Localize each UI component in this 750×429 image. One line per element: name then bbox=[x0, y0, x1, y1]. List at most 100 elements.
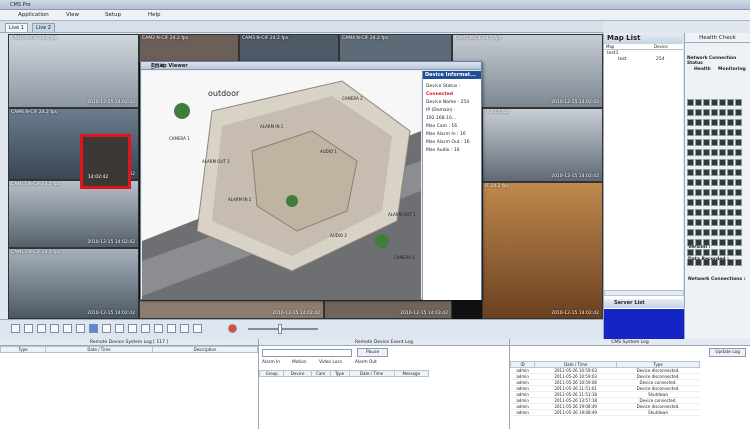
update-log-button[interactable]: Update Log bbox=[709, 348, 746, 357]
remote-event-log-title: Remote Device Event Log bbox=[259, 339, 509, 346]
col-cam[interactable]: Cam bbox=[310, 370, 331, 377]
health-indicator bbox=[703, 129, 710, 136]
menu-setup[interactable]: Setup bbox=[105, 12, 121, 18]
col-type[interactable]: Type bbox=[329, 370, 350, 377]
selection-highlight bbox=[80, 134, 131, 189]
layout-10-icon[interactable] bbox=[76, 324, 85, 333]
layout-6-icon[interactable] bbox=[37, 324, 46, 333]
health-indicator bbox=[719, 159, 726, 166]
health-indicator bbox=[703, 199, 710, 206]
map-label[interactable]: CAMERA 2 bbox=[342, 96, 363, 101]
volume-slider[interactable] bbox=[248, 328, 318, 330]
device-dropdown[interactable] bbox=[262, 349, 352, 357]
layout-64-icon[interactable] bbox=[167, 324, 176, 333]
layout-4-icon[interactable] bbox=[24, 324, 33, 333]
health-indicator bbox=[735, 119, 742, 126]
layout-20-icon[interactable] bbox=[115, 324, 124, 333]
map-col-header: Map bbox=[606, 44, 615, 49]
emap-title-bar[interactable]: Emap Viewer _□× bbox=[141, 62, 481, 70]
col-device[interactable]: Device bbox=[283, 370, 312, 377]
device-info-row: Max Alarm In : 16 bbox=[426, 132, 466, 137]
emap-viewer-window[interactable]: Emap Viewer _□× outdoor CAMERA 2 CAMERA … bbox=[140, 61, 482, 300]
health-indicator bbox=[703, 249, 710, 256]
health-indicator bbox=[711, 159, 718, 166]
menu-application[interactable]: Application bbox=[18, 12, 49, 18]
version-label: Version : bbox=[688, 245, 711, 250]
health-indicator bbox=[695, 119, 702, 126]
camera-tile[interactable]: 2010-12-15 14:03:42 bbox=[324, 300, 452, 319]
map-label[interactable]: CAMERA 3 bbox=[394, 255, 415, 260]
col-datetime[interactable]: Date / Time bbox=[44, 346, 154, 353]
sequence-icon[interactable] bbox=[180, 324, 189, 333]
health-indicator bbox=[735, 209, 742, 216]
camera-tile[interactable]: CAM4 N-CIF 24.2 fps bbox=[339, 34, 452, 62]
health-indicator bbox=[687, 139, 694, 146]
col-datetime[interactable]: Date / Time bbox=[348, 370, 395, 377]
layout-13-icon[interactable] bbox=[89, 324, 98, 333]
record-icon[interactable] bbox=[228, 324, 237, 333]
col-type[interactable]: Type bbox=[0, 346, 46, 353]
map-label[interactable]: ALARM IN 2 bbox=[228, 197, 251, 202]
layout-8-icon[interactable] bbox=[50, 324, 59, 333]
map-label: outdoor bbox=[208, 89, 240, 98]
map-label[interactable]: AUDIO 1 bbox=[320, 149, 337, 154]
window-controls-icon[interactable]: _□× bbox=[151, 62, 478, 69]
health-indicator bbox=[719, 139, 726, 146]
fullscreen-icon[interactable] bbox=[193, 324, 202, 333]
health-indicator bbox=[711, 149, 718, 156]
health-indicator bbox=[727, 239, 734, 246]
health-indicator bbox=[727, 99, 734, 106]
tree-child[interactable]: test bbox=[618, 57, 627, 62]
device-info-row: IP (Domain) : 192.168.10... bbox=[426, 108, 457, 121]
camera-tile[interactable]: CAM13 N-CIF 24.2 fps 2010-12-15 14:02:42 bbox=[8, 248, 139, 319]
menu-help[interactable]: Help bbox=[148, 12, 161, 18]
health-indicator bbox=[687, 199, 694, 206]
live-tabs: Live 1 Live 2 bbox=[0, 21, 603, 33]
tree-device: 254 bbox=[656, 57, 665, 62]
camera-tile[interactable]: CAM11 N-CIF 24.2 fps 2010-12-15 14:02:42 bbox=[8, 180, 139, 248]
layout-16-icon[interactable] bbox=[102, 324, 111, 333]
device-info-header: Device Informat... bbox=[423, 71, 481, 79]
filter-motion[interactable]: Motion bbox=[292, 360, 307, 365]
col-message[interactable]: Message bbox=[393, 370, 430, 377]
col-description[interactable]: Description bbox=[152, 346, 258, 353]
monitoring-col: Monitoring bbox=[718, 67, 746, 72]
layout-49-icon[interactable] bbox=[154, 324, 163, 333]
layout-9-icon[interactable] bbox=[63, 324, 72, 333]
map-label[interactable]: CAMERA 1 bbox=[169, 136, 190, 141]
camera-tile[interactable]: CAM3 N-CIF 24.2 fps bbox=[239, 34, 339, 62]
camera-tile[interactable]: 2010-12-15 14:02:42 bbox=[139, 300, 324, 319]
map-label[interactable]: AUDIO 2 bbox=[330, 233, 347, 238]
layout-36-icon[interactable] bbox=[141, 324, 150, 333]
filter-alarm-in[interactable]: Alarm In bbox=[262, 360, 280, 365]
horizontal-scrollbar[interactable] bbox=[604, 290, 684, 296]
tab-live-1[interactable]: Live 1 bbox=[5, 23, 28, 32]
map-label[interactable]: ALARM OUT 2 bbox=[202, 159, 230, 164]
filter-video-loss[interactable]: Video Loss bbox=[319, 360, 342, 365]
health-indicator bbox=[719, 189, 726, 196]
map-label[interactable]: ALARM OUT 1 bbox=[388, 212, 416, 217]
health-indicator bbox=[711, 249, 718, 256]
health-indicator bbox=[711, 229, 718, 236]
server-list-body[interactable] bbox=[604, 309, 684, 339]
menu-view[interactable]: View bbox=[66, 12, 79, 18]
tree-root[interactable]: test1 bbox=[607, 51, 619, 56]
health-indicator bbox=[727, 189, 734, 196]
filter-alarm-out[interactable]: Alarm Out bbox=[355, 360, 377, 365]
camera-tile[interactable]: IF 24.2 fps 2010-12-15 14:02:42 bbox=[482, 108, 603, 182]
layout-25-icon[interactable] bbox=[128, 324, 137, 333]
tab-live-2[interactable]: Live 2 bbox=[32, 23, 55, 32]
camera-tile[interactable]: CAM1 N-CIF 24.2 fps 2010-12-15 14:02:42 bbox=[8, 34, 139, 108]
camera-tile[interactable]: CAM2 N-CIF 24.2 fps bbox=[139, 34, 239, 62]
map-label[interactable]: ALARM IN 1 bbox=[260, 124, 283, 129]
layout-1-icon[interactable] bbox=[11, 324, 20, 333]
device-info-row: Device Name : 254 bbox=[426, 100, 470, 105]
pause-button[interactable]: Pause bbox=[357, 348, 389, 357]
col-group[interactable]: Group bbox=[258, 370, 285, 377]
health-indicator bbox=[727, 129, 734, 136]
server-list-header[interactable]: Server List bbox=[604, 299, 684, 308]
camera-tile[interactable]: IF 24.2 fps 2010-12-15 14:02:42 bbox=[482, 182, 603, 319]
table-row[interactable]: admin 2011-05-26 19:08:49 Shutdown bbox=[510, 409, 700, 416]
volume-slider-handle[interactable] bbox=[278, 324, 282, 334]
site-map-image[interactable]: outdoor CAMERA 2 CAMERA 1 ALARM IN 1 ALA… bbox=[142, 71, 421, 300]
